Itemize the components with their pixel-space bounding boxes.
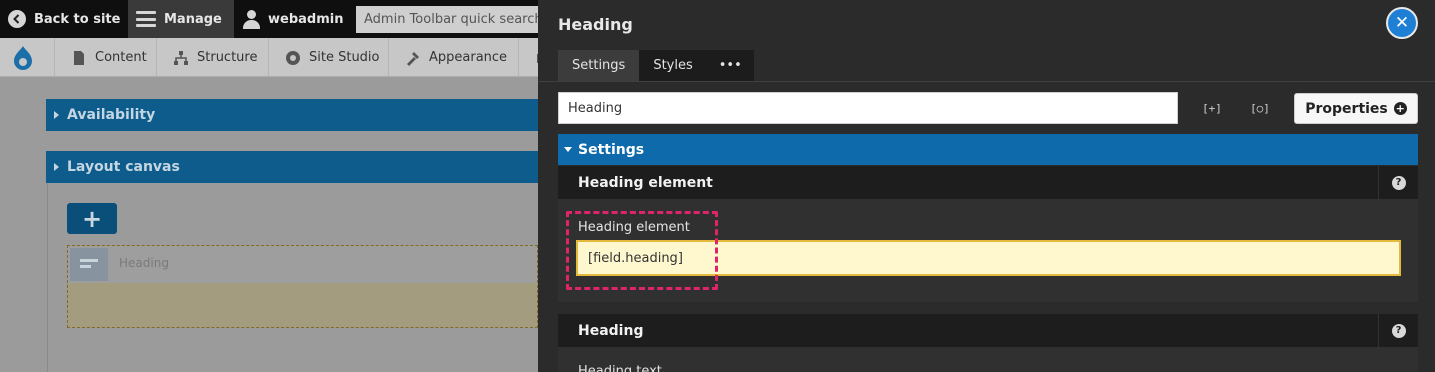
nav-item-appearance[interactable]: Appearance (388, 38, 518, 77)
heading-section-body (558, 347, 1418, 372)
section-title: Heading element (578, 174, 713, 191)
nav-item-content[interactable]: Content (54, 38, 156, 77)
tab-styles[interactable]: Styles (639, 50, 707, 81)
heading-section-header: Heading ? (558, 314, 1418, 347)
nav-item-structure[interactable]: Structure (156, 38, 268, 77)
modal-tabs: Settings Styles ••• (558, 50, 754, 81)
caret-down-icon (564, 147, 572, 152)
component-name-input[interactable]: Heading (558, 92, 1178, 124)
user-label: webadmin (268, 11, 344, 27)
nav-item-label: Structure (197, 50, 258, 65)
layout-canvas-label: Layout canvas (67, 159, 180, 175)
component-settings-modal: Heading ✕ Settings Styles ••• Heading [+… (538, 0, 1435, 372)
section-title: Heading (578, 322, 644, 339)
screen: { "toolbar": { "back_label": "Back to si… (0, 0, 1435, 372)
settings-section-toggle[interactable]: Settings (558, 134, 1418, 165)
close-button[interactable]: ✕ (1386, 7, 1418, 39)
back-to-site-link[interactable]: Back to site (0, 0, 128, 38)
structure-icon (173, 50, 189, 66)
manage-label: Manage (164, 11, 222, 27)
heading-component[interactable]: Heading (67, 245, 538, 328)
admin-toolbar: Back to site Manage webadmin Admin Toolb… (0, 0, 538, 38)
component-label: Heading (119, 256, 169, 270)
heading-element-section-header: Heading element ? (558, 166, 1418, 199)
tabs-divider (538, 81, 1435, 82)
nav-item-site-studio[interactable]: Site Studio (268, 38, 388, 77)
help-icon: ? (1391, 175, 1406, 190)
back-arrow-icon (8, 10, 26, 28)
user-icon (242, 9, 260, 29)
heading-component-icon (70, 248, 108, 281)
add-component-button[interactable]: + (67, 203, 117, 234)
back-to-site-label: Back to site (34, 11, 121, 27)
availability-label: Availability (67, 107, 156, 123)
help-button[interactable]: ? (1378, 166, 1418, 199)
menu-icon (136, 11, 156, 27)
nav-item-label: Appearance (429, 50, 508, 65)
callout-highlight (566, 211, 718, 290)
heading-text-field-label: Heading text (578, 364, 662, 372)
nav-item-more[interactable] (518, 38, 547, 77)
settings-label: Settings (578, 141, 645, 158)
modal-title: Heading (558, 15, 633, 34)
caret-right-icon (54, 163, 59, 171)
nav-item-label: Site Studio (309, 50, 380, 65)
help-icon: ? (1391, 323, 1406, 338)
drupal-logo-icon[interactable] (0, 38, 46, 77)
appearance-icon (405, 50, 421, 66)
plus-circle-icon: + (1393, 102, 1407, 115)
availability-details[interactable]: Availability (46, 99, 538, 131)
layout-canvas-details[interactable]: Layout canvas (46, 151, 538, 183)
manage-tab[interactable]: Manage (128, 0, 234, 38)
user-tab[interactable]: webadmin (234, 0, 354, 38)
admin-nav-tray: Content Structure Site Studio Appearance (0, 38, 547, 77)
help-button[interactable]: ? (1378, 314, 1418, 347)
search-icon: [○] (1250, 101, 1270, 115)
close-icon: ✕ (1394, 13, 1410, 33)
site-studio-icon (285, 50, 301, 66)
component-header: Heading (68, 246, 537, 283)
page-icon (71, 50, 87, 66)
expand-icon: [+] (1202, 101, 1222, 115)
search-fields-button[interactable]: [○] (1249, 97, 1271, 119)
nav-item-label: Content (95, 50, 147, 65)
expand-all-button[interactable]: [+] (1201, 97, 1223, 119)
caret-right-icon (54, 111, 59, 119)
properties-label: Properties (1305, 100, 1388, 117)
tab-settings[interactable]: Settings (558, 50, 640, 81)
quick-search-input[interactable]: Admin Toolbar quick search (356, 6, 538, 33)
tab-more[interactable]: ••• (706, 50, 754, 81)
properties-button[interactable]: Properties + (1294, 93, 1418, 124)
